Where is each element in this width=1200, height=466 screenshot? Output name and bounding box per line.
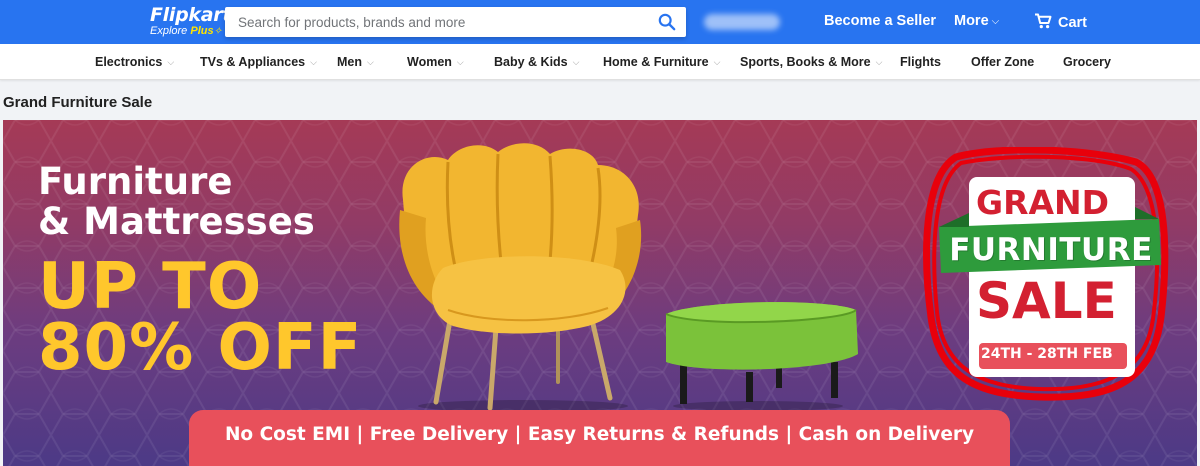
category-nav: Electronics ⌵ TVs & Appliances ⌵ Men ⌵ Wome… — [0, 44, 1200, 80]
cart-icon — [1035, 13, 1052, 29]
chevron-down-icon: ⌵ — [713, 57, 721, 67]
nav-item-label: Flights — [900, 55, 941, 69]
ottoman-image — [665, 302, 858, 411]
logo-subtext: Explore Plus✧ — [150, 25, 231, 38]
nav-item-label: Grocery — [1063, 55, 1111, 69]
search-bar — [225, 7, 686, 37]
nav-item-electronics[interactable]: Electronics ⌵ — [95, 55, 174, 69]
top-header: Flipkart Explore Plus✧ Become a Seller M… — [0, 0, 1200, 44]
feature-strip-text: No Cost EMI | Free Delivery | Easy Retur… — [224, 424, 975, 445]
chevron-down-icon: ⌵ — [167, 57, 175, 67]
nav-item-label: TVs & Appliances — [200, 55, 306, 69]
badge-sale-text: SALE — [976, 272, 1117, 330]
nav-item-men[interactable]: Men ⌵ — [337, 55, 374, 69]
become-seller-label: Become a Seller — [824, 13, 937, 29]
nav-item-home-furniture[interactable]: Home & Furniture ⌵ — [603, 55, 720, 69]
badge-dates-text: 24TH - 28TH FEB — [981, 346, 1113, 362]
nav-item-label: Sports, Books & More — [740, 55, 871, 69]
banner-offer-line2: 80% OFF — [38, 311, 363, 385]
chevron-down-icon: ⌵ — [310, 57, 317, 67]
nav-item-women[interactable]: Women ⌵ — [407, 55, 464, 69]
become-seller-link[interactable]: Become a Seller — [824, 13, 936, 29]
logo-explore: Explore — [150, 25, 188, 37]
grand-sale-badge: GRAND FURNITURE SALE 24TH - 28TH FEB — [921, 147, 1171, 407]
more-label: More — [954, 13, 989, 29]
section-title: Grand Furniture Sale — [3, 94, 153, 111]
chevron-down-icon: ⌵ — [456, 57, 464, 67]
logo-text: Flipkart — [150, 4, 232, 26]
search-input[interactable] — [225, 7, 645, 37]
more-menu[interactable]: More ⌵ — [954, 13, 999, 29]
logo-plus: Plus — [190, 25, 214, 37]
sale-banner[interactable]: Furniture & Mattresses UP TO 80% OFF GRA… — [3, 120, 1197, 466]
nav-item-sports-books[interactable]: Sports, Books & More ⌵ — [740, 55, 882, 69]
nav-item-grocery[interactable]: Grocery — [1063, 55, 1111, 69]
flipkart-logo[interactable]: Flipkart Explore Plus✧ — [150, 5, 231, 38]
account-username-blurred[interactable] — [704, 14, 780, 30]
chevron-down-icon: ⌵ — [367, 57, 374, 67]
nav-item-label: Electronics — [95, 55, 163, 69]
feature-strip: No Cost EMI | Free Delivery | Easy Retur… — [189, 410, 1010, 466]
nav-item-tvs-appliances[interactable]: TVs & Appliances ⌵ — [200, 55, 317, 69]
nav-item-label: Offer Zone — [971, 55, 1035, 69]
plus-star-icon: ✧ — [213, 26, 222, 37]
banner-heading-line2: & Mattresses — [38, 200, 315, 243]
nav-item-offer-zone[interactable]: Offer Zone — [971, 55, 1034, 69]
badge-grand-text: GRAND — [976, 183, 1110, 222]
nav-item-label: Men — [337, 55, 362, 69]
chevron-down-icon: ⌵ — [572, 57, 580, 67]
cart-button[interactable]: Cart — [1034, 13, 1087, 31]
nav-item-baby-kids[interactable]: Baby & Kids ⌵ — [494, 55, 579, 69]
nav-item-label: Home & Furniture — [603, 55, 709, 69]
search-icon[interactable] — [658, 13, 676, 31]
banner-heading-line1: Furniture — [38, 160, 233, 203]
badge-furniture-text: FURNITURE — [949, 232, 1153, 268]
armchair-image — [399, 143, 642, 412]
nav-item-label: Women — [407, 55, 452, 69]
chevron-down-icon: ⌵ — [875, 57, 883, 67]
nav-item-label: Baby & Kids — [494, 55, 568, 69]
cart-label: Cart — [1058, 15, 1088, 31]
nav-item-flights[interactable]: Flights — [900, 55, 941, 69]
chevron-down-icon: ⌵ — [991, 16, 1000, 27]
